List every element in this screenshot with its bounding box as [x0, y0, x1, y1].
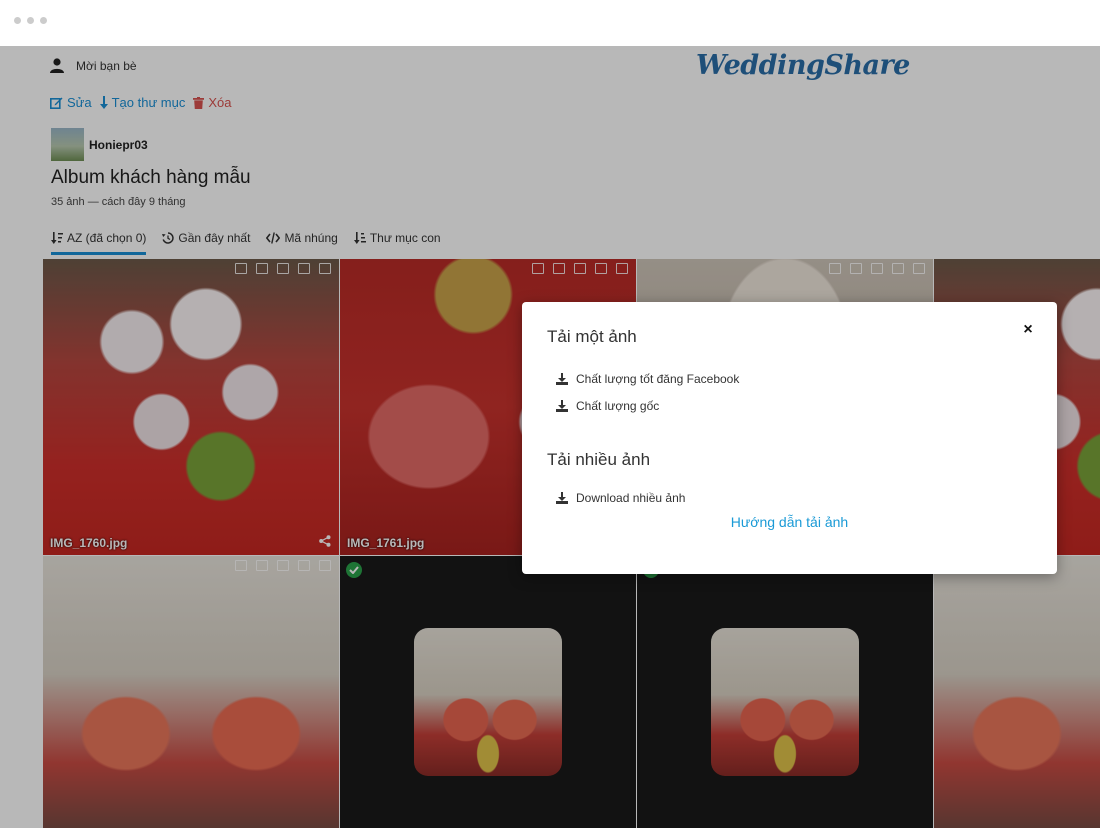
download-icon	[556, 373, 568, 385]
download-guide-link[interactable]: Hướng dẫn tải ảnh	[522, 514, 1057, 530]
download-facebook-option[interactable]: Chất lượng tốt đăng Facebook	[556, 372, 739, 386]
option-label: Chất lượng gốc	[576, 399, 660, 413]
download-multiple-option[interactable]: Download nhiều ảnh	[556, 491, 685, 505]
download-icon	[556, 400, 568, 412]
window-chrome	[0, 0, 1100, 46]
window-dot	[40, 17, 47, 24]
close-button[interactable]: ×	[1021, 322, 1035, 338]
option-label: Download nhiều ảnh	[576, 491, 686, 505]
window-dot	[27, 17, 34, 24]
option-label: Chất lượng tốt đăng Facebook	[576, 372, 740, 386]
window-dot	[14, 17, 21, 24]
window-dots	[14, 17, 47, 24]
single-download-title: Tải một ảnh	[547, 327, 637, 346]
download-modal: × Tải một ảnh Chất lượng tốt đăng Facebo…	[522, 302, 1057, 574]
download-original-option[interactable]: Chất lượng gốc	[556, 399, 659, 413]
download-icon	[556, 492, 568, 504]
multi-download-title: Tải nhiều ảnh	[547, 450, 651, 469]
